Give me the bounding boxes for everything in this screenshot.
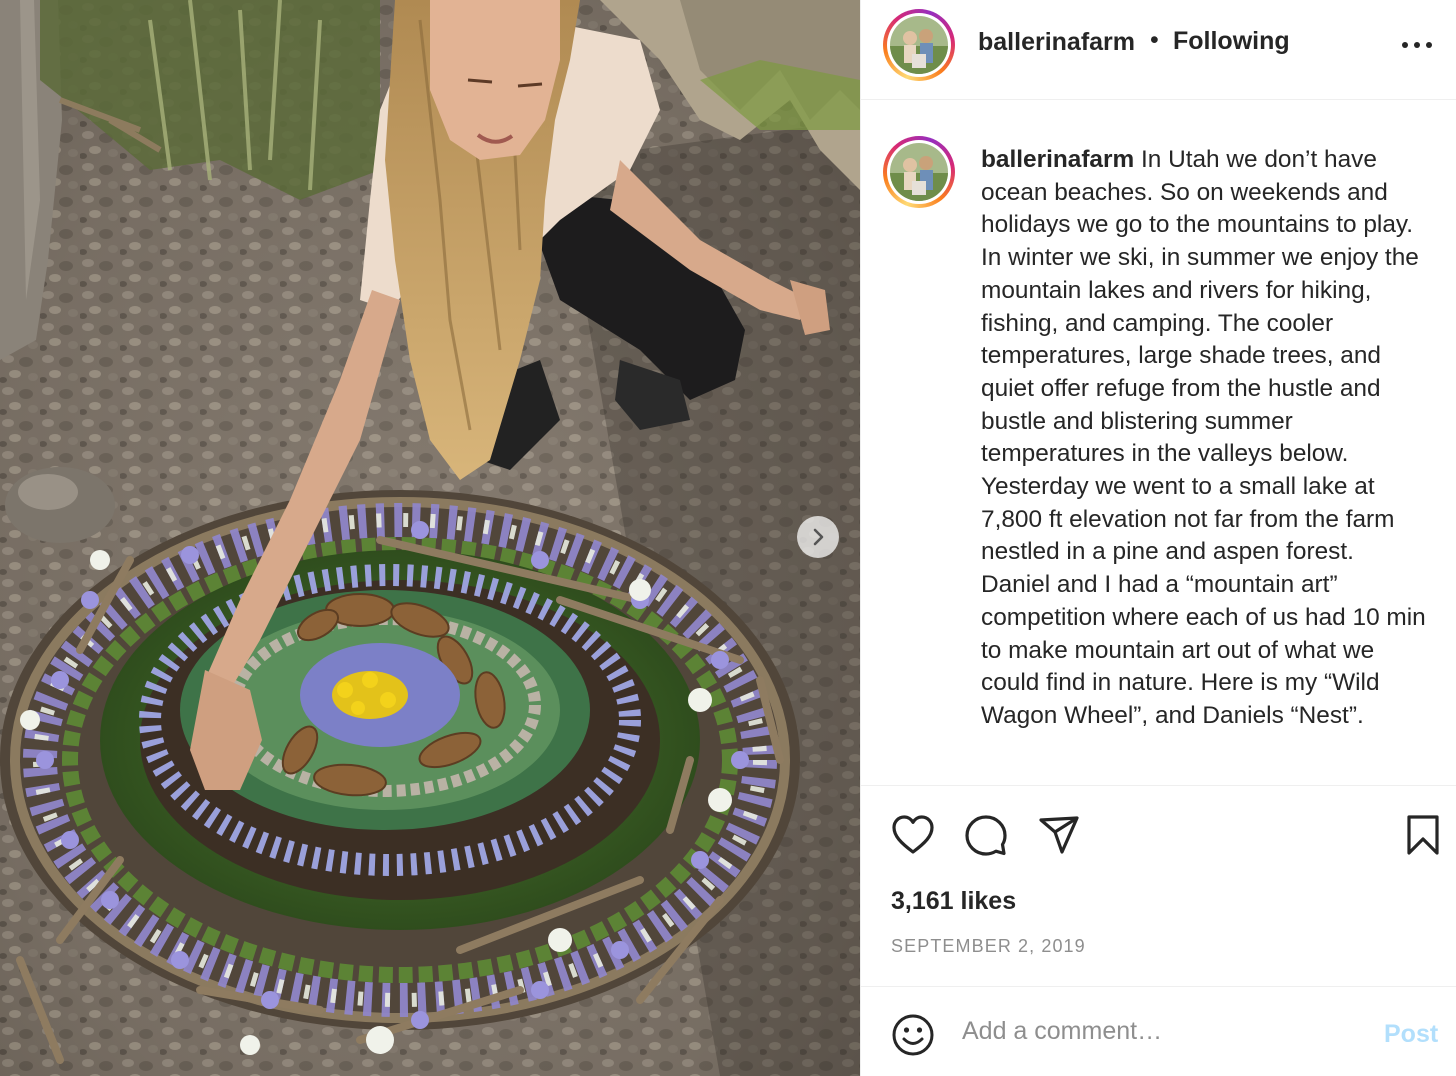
caption-section: ballerinafarm In Utah we don’t have ocea… (861, 100, 1456, 786)
caption-text: ballerinafarm In Utah we don’t have ocea… (981, 144, 1427, 733)
share-icon[interactable] (1037, 814, 1081, 856)
caption-body: In Utah we don’t have ocean beaches. So … (981, 146, 1426, 729)
comment-bar: Post (861, 986, 1456, 1076)
following-button[interactable]: Following (1173, 27, 1290, 56)
avatar-frame (887, 13, 951, 77)
post-date: SEPTEMBER 2, 2019 (891, 936, 1086, 956)
instagram-post: ballerinafarm • Following ballerinafarm … (0, 0, 1456, 1076)
comment-input[interactable] (962, 1009, 1362, 1053)
post-actions: 3,161 likes SEPTEMBER 2, 2019 (861, 786, 1456, 986)
photo-scene (0, 0, 860, 1076)
next-photo-button[interactable] (797, 516, 839, 558)
heart-icon[interactable] (891, 814, 935, 856)
separator-dot: • (1150, 26, 1159, 54)
caption-avatar[interactable] (883, 136, 955, 208)
header-username[interactable]: ballerinafarm (978, 28, 1135, 57)
caption-username[interactable]: ballerinafarm (981, 146, 1134, 173)
post-sidebar: ballerinafarm • Following ballerinafarm … (860, 0, 1456, 1076)
chevron-right-icon (813, 528, 824, 546)
avatar-image (890, 143, 948, 201)
post-photo[interactable] (0, 0, 860, 1076)
comment-icon[interactable] (964, 814, 1008, 856)
avatar-image (890, 16, 948, 74)
post-header: ballerinafarm • Following (861, 0, 1456, 100)
more-options-button[interactable] (1397, 30, 1437, 60)
more-horizontal-icon (1402, 42, 1432, 48)
post-comment-button[interactable]: Post (1384, 1020, 1438, 1049)
avatar-frame (887, 140, 951, 204)
header-avatar[interactable] (883, 9, 955, 81)
bookmark-icon[interactable] (1404, 814, 1442, 856)
emoji-icon[interactable] (891, 1013, 935, 1057)
likes-count[interactable]: 3,161 likes (891, 887, 1016, 916)
